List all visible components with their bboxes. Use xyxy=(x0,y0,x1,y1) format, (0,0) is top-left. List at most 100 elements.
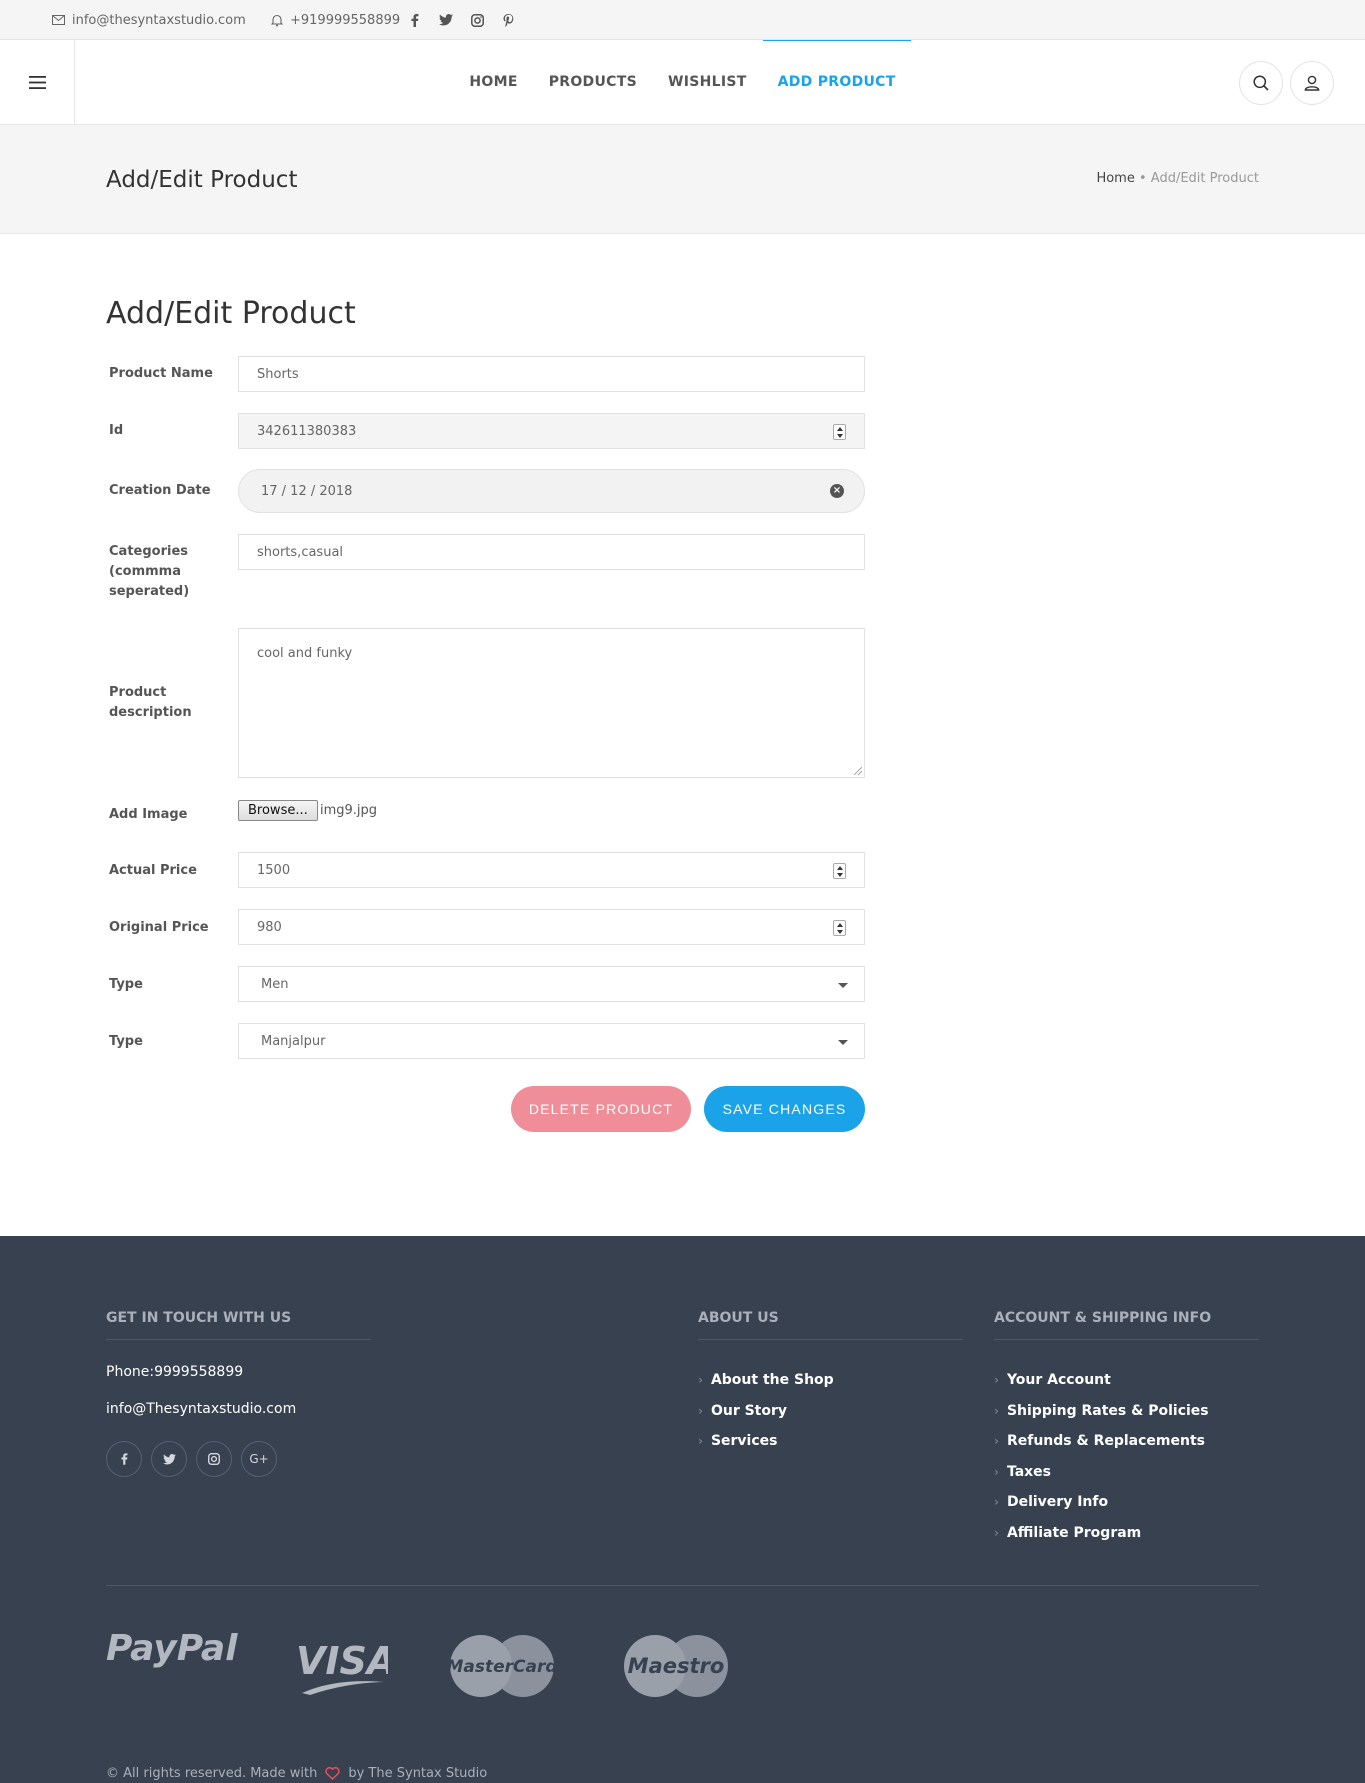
top-bar: info@thesyntaxstudio.com +919999558899 xyxy=(0,0,1365,40)
description-value: cool and funky xyxy=(257,646,353,661)
footer-phone: Phone:9999558899 xyxy=(106,1364,244,1380)
paypal-logo-text: PayPal xyxy=(106,1628,238,1669)
id-input[interactable]: 342611380383 xyxy=(238,413,865,449)
account-button[interactable] xyxy=(1290,61,1334,105)
breadcrumb: Home • Add/Edit Product xyxy=(1096,171,1259,186)
id-value: 342611380383 xyxy=(257,423,357,439)
description-label-line1: Product xyxy=(109,685,167,700)
topbar-phone[interactable]: +919999558899 xyxy=(271,0,400,40)
categories-label-line2: (commma xyxy=(109,564,181,579)
footer-about-heading: ABOUT US xyxy=(698,1310,963,1340)
image-filename: img9.jpg xyxy=(320,803,378,818)
product-name-input[interactable]: Shorts xyxy=(238,356,865,392)
product-name-label: Product Name xyxy=(109,366,213,381)
copyright: © All rights reserved. Made with by The … xyxy=(106,1766,487,1781)
facebook-icon[interactable] xyxy=(106,1441,142,1477)
footer-email[interactable]: info@Thesyntaxstudio.com xyxy=(106,1401,296,1417)
product-name-value: Shorts xyxy=(257,366,299,382)
footer-contact-heading: GET IN TOUCH WITH US xyxy=(106,1310,371,1340)
browse-button[interactable]: Browse... xyxy=(238,800,318,821)
type2-select[interactable]: Manjalpur xyxy=(238,1023,865,1059)
main-header: HOME PRODUCTS WISHLIST ADD PRODUCT xyxy=(0,40,1365,125)
footer-link-your-account[interactable]: Your Account xyxy=(994,1365,1209,1396)
footer: GET IN TOUCH WITH US Phone:9999558899 in… xyxy=(0,1236,1365,1783)
breadcrumb-home[interactable]: Home xyxy=(1096,171,1134,186)
menu-button[interactable] xyxy=(0,40,75,124)
bell-icon xyxy=(271,14,283,26)
instagram-icon[interactable] xyxy=(196,1441,232,1477)
footer-link-affiliate[interactable]: Affiliate Program xyxy=(994,1518,1209,1549)
mastercard-logo-text: MasterCard xyxy=(449,1657,558,1677)
footer-link-about-shop[interactable]: About the Shop xyxy=(698,1365,834,1396)
search-button[interactable] xyxy=(1239,61,1283,105)
description-textarea[interactable]: cool and funky xyxy=(238,628,865,778)
footer-about-list: About the Shop Our Story Services xyxy=(698,1365,834,1457)
actual-price-label: Actual Price xyxy=(109,863,197,878)
search-icon xyxy=(1253,75,1269,91)
footer-link-delivery[interactable]: Delivery Info xyxy=(994,1487,1209,1518)
type2-value: Manjalpur xyxy=(261,1033,326,1049)
footer-divider xyxy=(106,1585,1259,1586)
facebook-icon[interactable] xyxy=(408,13,422,27)
footer-link-shipping[interactable]: Shipping Rates & Policies xyxy=(994,1396,1209,1427)
original-price-input[interactable]: 980 xyxy=(238,909,865,945)
categories-label-line1: Categories xyxy=(109,544,189,559)
chevron-down-icon xyxy=(838,1040,848,1045)
categories-label: Categories (commma seperated) xyxy=(109,542,189,602)
breadcrumb-current: Add/Edit Product xyxy=(1150,171,1259,186)
type-label: Type xyxy=(109,977,143,992)
heart-icon xyxy=(325,1767,341,1780)
categories-input[interactable]: shorts,casual xyxy=(238,534,865,570)
actual-price-value: 1500 xyxy=(257,862,291,878)
pinterest-icon[interactable] xyxy=(501,13,515,27)
original-price-value: 980 xyxy=(257,919,282,935)
save-changes-button[interactable]: SAVE CHANGES xyxy=(704,1086,865,1132)
nav-wishlist[interactable]: WISHLIST xyxy=(668,40,747,124)
mastercard-logo: MasterCard xyxy=(446,1634,559,1702)
categories-value: shorts,casual xyxy=(257,544,344,560)
footer-link-taxes[interactable]: Taxes xyxy=(994,1457,1209,1488)
instagram-icon[interactable] xyxy=(470,13,484,27)
topbar-phone-text: +919999558899 xyxy=(290,12,401,28)
actual-price-stepper[interactable] xyxy=(833,863,846,879)
chevron-down-icon xyxy=(838,983,848,988)
footer-link-refunds[interactable]: Refunds & Replacements xyxy=(994,1426,1209,1457)
topbar-email-text: info@thesyntaxstudio.com xyxy=(72,12,246,28)
original-price-stepper[interactable] xyxy=(833,920,846,936)
main-nav: HOME PRODUCTS WISHLIST ADD PRODUCT xyxy=(0,40,1365,124)
user-icon xyxy=(1304,75,1320,91)
nav-home[interactable]: HOME xyxy=(469,40,517,124)
maestro-logo: Maestro xyxy=(623,1634,733,1702)
actual-price-input[interactable]: 1500 xyxy=(238,852,865,888)
twitter-icon[interactable] xyxy=(151,1441,187,1477)
breadcrumb-separator: • xyxy=(1138,171,1147,186)
footer-social: G+ xyxy=(106,1441,277,1477)
creation-date-input[interactable]: 17 / 12 / 2018 × xyxy=(238,469,865,513)
resize-handle[interactable] xyxy=(854,767,862,775)
nav-add-product[interactable]: ADD PRODUCT xyxy=(762,40,911,124)
visa-logo-text: VISA xyxy=(296,1639,388,1683)
page-title: Add/Edit Product xyxy=(106,167,298,193)
footer-link-services[interactable]: Services xyxy=(698,1426,834,1457)
type-select[interactable]: Men xyxy=(238,966,865,1002)
clear-date-icon[interactable]: × xyxy=(830,484,844,498)
paypal-logo: PayPal xyxy=(106,1620,241,1674)
maestro-logo-text: Maestro xyxy=(628,1654,725,1678)
description-label: Product description xyxy=(109,683,192,723)
google-plus-icon[interactable]: G+ xyxy=(241,1441,277,1477)
nav-products[interactable]: PRODUCTS xyxy=(549,40,637,124)
delete-product-button[interactable]: DELETE PRODUCT xyxy=(511,1086,691,1132)
mail-icon xyxy=(52,15,65,25)
creation-date-label: Creation Date xyxy=(109,483,211,498)
categories-label-line3: seperated) xyxy=(109,584,190,599)
footer-link-our-story[interactable]: Our Story xyxy=(698,1396,834,1427)
visa-logo: VISA xyxy=(296,1638,396,1700)
id-stepper[interactable] xyxy=(833,424,846,440)
id-label: Id xyxy=(109,423,124,438)
topbar-email[interactable]: info@thesyntaxstudio.com xyxy=(52,0,246,40)
type-value: Men xyxy=(261,976,289,992)
twitter-icon[interactable] xyxy=(439,13,453,27)
type2-label: Type xyxy=(109,1034,143,1049)
creation-date-value: 17 / 12 / 2018 xyxy=(261,483,353,499)
hamburger-icon xyxy=(28,75,46,89)
